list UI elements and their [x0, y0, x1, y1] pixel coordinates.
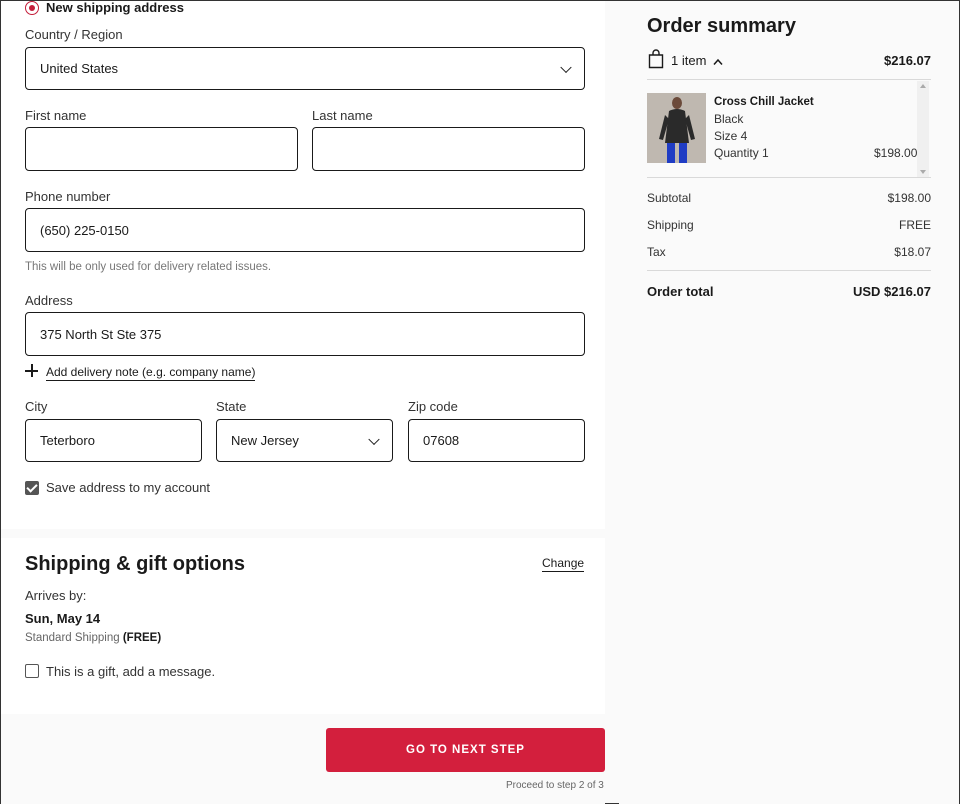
subtotal-value: $198.00	[887, 191, 931, 205]
product-price: $198.00	[874, 146, 918, 160]
arrives-label: Arrives by:	[25, 588, 87, 603]
phone-field[interactable]: (650) 225-0150	[25, 208, 585, 252]
gift-checkbox[interactable]	[25, 664, 39, 678]
order-total-label: Order total	[647, 284, 714, 299]
summary-divider	[647, 270, 931, 271]
state-select[interactable]: New Jersey	[216, 419, 393, 462]
product-color: Black	[714, 112, 744, 126]
first-name-field[interactable]	[25, 127, 298, 171]
order-summary-panel: Order summary 1 item $216.07 Cross Chill…	[619, 1, 959, 804]
phone-label: Phone number	[25, 189, 111, 204]
state-label: State	[216, 399, 247, 414]
last-name-label: Last name	[312, 108, 373, 123]
country-label: Country / Region	[25, 27, 123, 42]
subtotal-row: Subtotal $198.00	[647, 191, 931, 205]
product-image	[647, 93, 706, 163]
product-quantity: Quantity 1	[714, 146, 769, 160]
order-total-value: USD $216.07	[852, 284, 931, 299]
scroll-down-arrow-icon[interactable]	[920, 170, 926, 174]
shipping-price: (FREE)	[122, 632, 162, 644]
add-delivery-note-link[interactable]: Add delivery note (e.g. company name)	[46, 365, 256, 381]
city-value: Teterboro	[40, 433, 95, 448]
phone-hint: This will be only used for delivery rela…	[25, 261, 272, 273]
save-address-label: Save address to my account	[46, 480, 211, 495]
shopping-bag-icon	[648, 49, 664, 69]
save-address-checkbox[interactable]	[25, 481, 39, 495]
scroll-up-arrow-icon[interactable]	[920, 84, 926, 88]
city-label: City	[25, 399, 48, 414]
shipping-label: Shipping	[647, 218, 694, 232]
order-summary-title: Order summary	[647, 15, 796, 37]
go-to-next-step-button[interactable]: GO TO NEXT STEP	[326, 728, 605, 772]
tax-value: $18.07	[894, 245, 931, 259]
plus-icon	[25, 364, 38, 377]
tax-row: Tax $18.07	[647, 245, 931, 259]
shipping-address-panel: New shipping address Country / Region Un…	[1, 1, 605, 529]
gift-label: This is a gift, add a message.	[46, 664, 216, 679]
product-size: Size 4	[714, 129, 748, 143]
address-label: Address	[25, 293, 73, 308]
city-field[interactable]: Teterboro	[25, 419, 202, 462]
item-count-toggle[interactable]: 1 item	[671, 53, 723, 68]
change-link[interactable]: Change	[542, 556, 585, 572]
address-field[interactable]: 375 North St Ste 375	[25, 312, 585, 356]
chevron-down-icon	[560, 61, 572, 73]
country-value: United States	[40, 61, 119, 76]
product-list-scrollbar[interactable]	[917, 81, 929, 177]
shipping-gift-options-panel: Shipping & gift options Change Arrives b…	[1, 538, 605, 714]
state-value: New Jersey	[231, 433, 299, 448]
zip-label: Zip code	[408, 399, 458, 414]
address-value: 375 North St Ste 375	[40, 326, 162, 342]
subtotal-label: Subtotal	[647, 191, 692, 205]
summary-divider	[647, 79, 931, 80]
shipping-value: FREE	[898, 218, 931, 232]
item-count: 1 item	[671, 53, 707, 68]
chevron-down-icon	[368, 433, 380, 445]
new-address-label: New shipping address	[46, 0, 184, 15]
shipping-options-title: Shipping & gift options	[25, 553, 245, 575]
country-select[interactable]: United States	[25, 47, 585, 90]
last-name-field[interactable]	[312, 127, 585, 171]
chevron-up-icon	[713, 58, 723, 65]
shipping-method: Standard Shipping	[25, 632, 120, 644]
product-name[interactable]: Cross Chill Jacket	[714, 96, 814, 108]
step-progress-text: Proceed to step 2 of 3	[506, 780, 604, 791]
summary-header-total: $216.07	[884, 53, 931, 68]
tax-label: Tax	[647, 245, 666, 259]
summary-divider	[647, 177, 931, 178]
arrives-date: Sun, May 14	[25, 611, 101, 626]
shipping-method-line: Standard Shipping (FREE)	[25, 632, 161, 644]
shipping-row: Shipping FREE	[647, 218, 931, 232]
zip-field[interactable]: 07608	[408, 419, 585, 462]
order-total-row: Order total USD $216.07	[647, 284, 931, 299]
new-address-radio[interactable]	[25, 1, 39, 15]
checkout-form-column: New shipping address Country / Region Un…	[1, 1, 605, 804]
zip-value: 07608	[423, 433, 460, 448]
first-name-label: First name	[25, 108, 87, 123]
phone-value: (650) 225-0150	[40, 222, 129, 238]
